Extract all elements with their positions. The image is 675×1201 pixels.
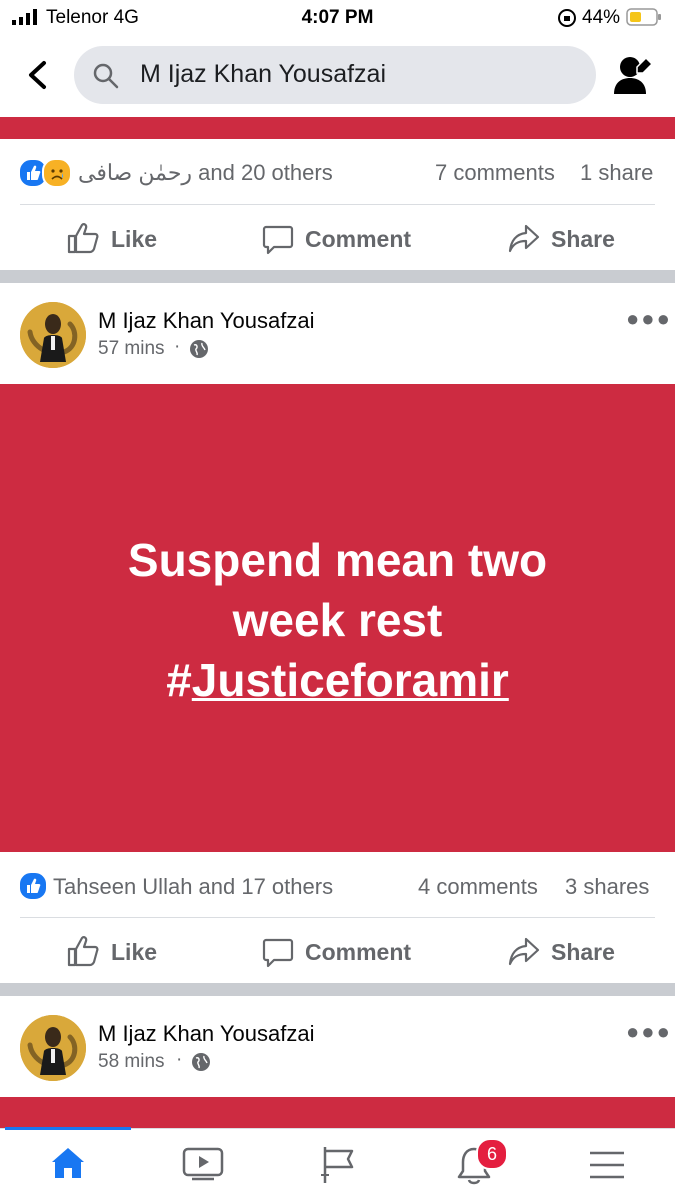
- divider: [20, 917, 655, 918]
- shares-count[interactable]: 3 shares: [565, 874, 649, 900]
- comments-count[interactable]: 4 comments: [418, 874, 538, 900]
- bottom-navigation: [0, 1128, 675, 1201]
- hashtag-link[interactable]: Justiceforamir: [192, 654, 509, 706]
- pages-flag-icon[interactable]: [320, 1145, 356, 1185]
- reaction-names: Tahseen Ullah and 17 others: [53, 874, 334, 899]
- like-button[interactable]: Like: [66, 220, 186, 260]
- comment-icon: [262, 225, 294, 255]
- post-author[interactable]: M Ijaz Khan Yousafzai: [98, 308, 314, 334]
- divider: [20, 204, 655, 205]
- globe-icon: [190, 340, 208, 358]
- dot-separator: ·: [174, 336, 181, 357]
- profile-edit-icon[interactable]: [612, 54, 658, 96]
- dot-separator: ·: [176, 1049, 183, 1070]
- like-reaction-icon: [18, 871, 48, 901]
- like-button[interactable]: Like: [66, 933, 186, 973]
- like-icon: [67, 936, 99, 967]
- search-icon: [93, 63, 119, 89]
- comment-label: Comment: [305, 939, 412, 965]
- like-label: Like: [111, 939, 158, 965]
- reaction-summary[interactable]: Tahseen Ullah and 17 others: [18, 871, 378, 903]
- orientation-lock-icon: [558, 9, 576, 27]
- reaction-summary[interactable]: رحمٰن صافی and 20 others: [18, 158, 358, 190]
- avatar-portrait-icon: [20, 1015, 86, 1081]
- globe-icon: [192, 1053, 210, 1071]
- comment-button[interactable]: Comment: [262, 220, 422, 260]
- share-icon: [508, 937, 540, 966]
- like-label: Like: [111, 226, 158, 252]
- more-options-icon[interactable]: ●●●: [626, 306, 672, 332]
- like-icon: [67, 223, 99, 254]
- share-label: Share: [551, 226, 615, 252]
- post-separator: [0, 983, 675, 996]
- battery-icon: [626, 8, 661, 26]
- post-image-line1: Suspend mean two: [127, 534, 548, 586]
- share-icon: [508, 224, 540, 253]
- post-time[interactable]: 57 mins: [98, 338, 165, 360]
- shares-count[interactable]: 1 share: [580, 160, 653, 186]
- share-button[interactable]: Share: [508, 220, 628, 260]
- post-image-strip: [0, 117, 675, 139]
- avatar-portrait-icon: [20, 302, 86, 368]
- status-bar: Telenor 4G 4:07 PM 44%: [0, 0, 675, 36]
- post-image-strip[interactable]: [0, 1097, 675, 1128]
- comment-icon: [262, 938, 294, 968]
- avatar[interactable]: [20, 302, 86, 368]
- battery-percent: 44%: [582, 7, 621, 28]
- comments-count[interactable]: 7 comments: [435, 160, 555, 186]
- share-button[interactable]: Share: [508, 933, 628, 973]
- avatar[interactable]: [20, 1015, 86, 1081]
- back-arrow-icon[interactable]: [22, 58, 52, 92]
- post-image-line2: week rest: [232, 594, 443, 646]
- menu-icon[interactable]: [589, 1149, 625, 1181]
- reaction-names: رحمٰن صافی and 20 others: [78, 160, 333, 185]
- notification-badge: 6: [476, 1138, 508, 1170]
- search-input[interactable]: M Ijaz Khan Yousafzai: [140, 60, 386, 89]
- home-icon[interactable]: [48, 1143, 88, 1183]
- comment-button[interactable]: Comment: [262, 933, 422, 973]
- watch-video-icon[interactable]: [182, 1147, 224, 1181]
- share-label: Share: [551, 939, 615, 965]
- post-separator: [0, 270, 675, 283]
- comment-label: Comment: [305, 226, 412, 252]
- post-image-text: Suspend mean two week rest #Justiceforam…: [0, 530, 675, 710]
- active-tab-indicator: [5, 1127, 131, 1130]
- post-time[interactable]: 58 mins: [98, 1051, 165, 1073]
- sad-reaction-icon: [42, 158, 72, 188]
- post-author[interactable]: M Ijaz Khan Yousafzai: [98, 1021, 314, 1047]
- hashtag-line: #Justiceforamir: [166, 654, 509, 706]
- more-options-icon[interactable]: ●●●: [626, 1019, 672, 1045]
